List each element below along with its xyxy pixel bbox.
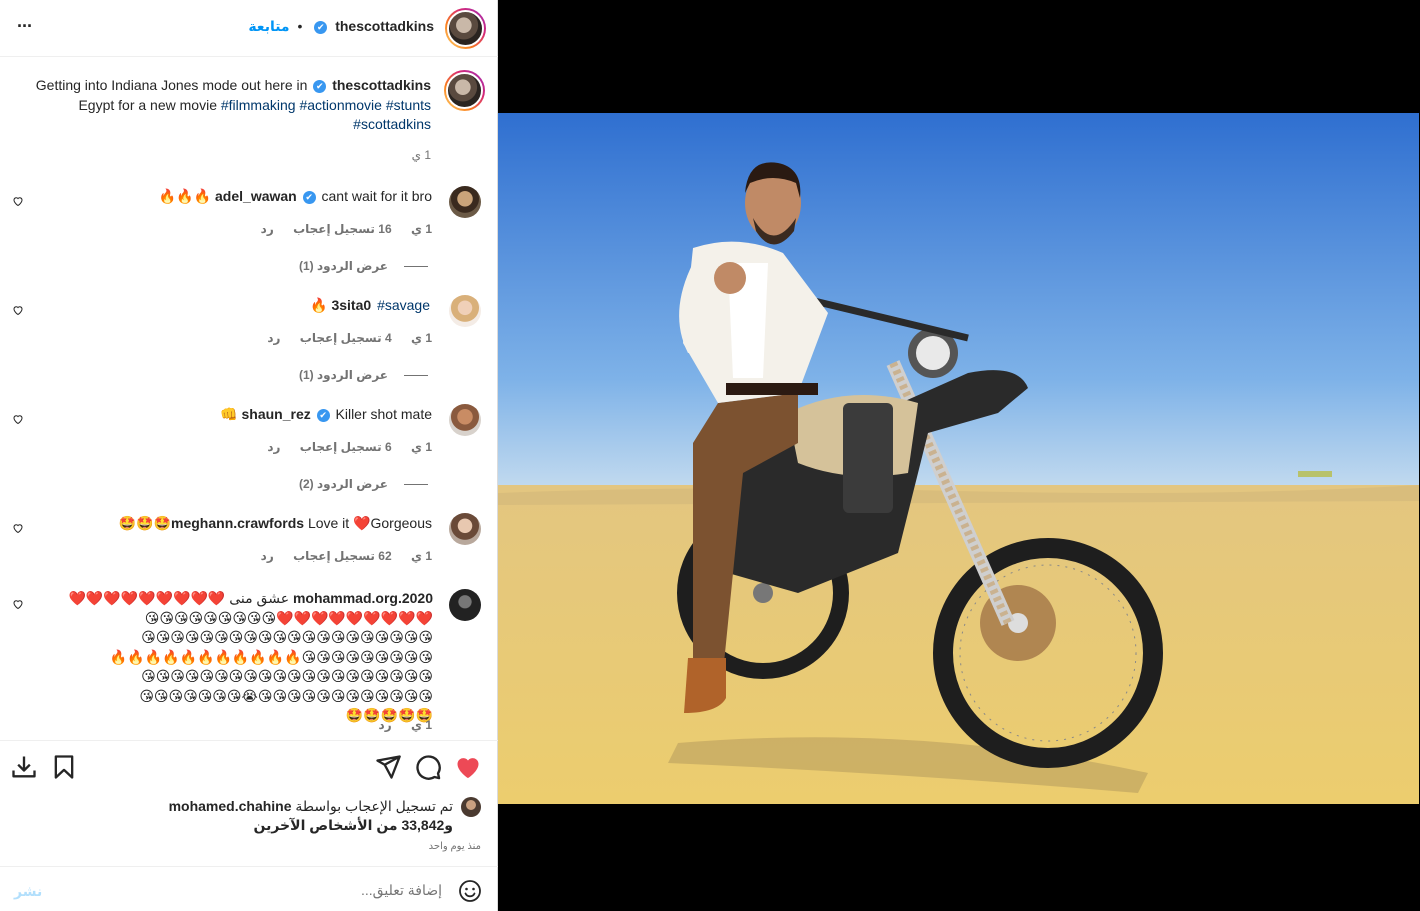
verified-badge-icon: ✔ — [302, 190, 316, 204]
post-header: ··· thescottadkins ✔ • متابعة — [0, 0, 498, 57]
comment-text-line: 😘😘😘😘😘😘😘😘😘😘😘😘😘😘😘😘😘😘😘😘 — [141, 629, 433, 645]
follow-button[interactable]: متابعة — [248, 18, 289, 34]
comment-reply-button[interactable]: رد — [261, 549, 274, 563]
comment-avatar[interactable] — [449, 513, 481, 545]
comment-time[interactable]: 1 ي — [411, 718, 432, 732]
post-comment-button[interactable]: نشر — [14, 883, 42, 900]
bookmark-icon[interactable] — [50, 753, 78, 781]
comment-likes[interactable]: 62 تسجيل إعجاب — [293, 549, 392, 563]
comment-like-heart-icon[interactable] — [12, 413, 24, 425]
hashtag-link[interactable]: #stunts — [386, 97, 431, 113]
comment-like-heart-icon[interactable] — [12, 522, 24, 534]
header-username[interactable]: thescottadkins — [335, 18, 434, 34]
comment-likes[interactable]: 16 تسجيل إعجاب — [293, 222, 392, 236]
comment-username[interactable]: meghann.crawfords — [171, 515, 304, 531]
verified-badge-icon: ✔ — [316, 408, 330, 422]
comment-like-heart-icon[interactable] — [12, 304, 24, 316]
share-paper-plane-icon[interactable] — [374, 753, 402, 781]
comment-reply-button[interactable]: رد — [379, 718, 392, 732]
comment-avatar[interactable] — [449, 404, 481, 436]
comment-avatar[interactable] — [449, 186, 481, 218]
comment-avatar[interactable] — [449, 295, 481, 327]
comment-like-heart-icon[interactable] — [12, 195, 24, 207]
comment-text-line: عشق منى ❤️❤️❤️❤️❤️❤️❤️❤️❤️ — [68, 590, 290, 606]
view-replies-button[interactable]: عرض الردود (1) — [299, 259, 428, 273]
comment-username[interactable]: 3sita0 — [331, 297, 371, 313]
comment-time[interactable]: 1 ي — [411, 440, 432, 454]
view-replies-button[interactable]: عرض الردود (2) — [299, 477, 428, 491]
hashtag-link[interactable]: #scottadkins — [353, 116, 431, 132]
liked-by-username[interactable]: mohamed.chahine — [169, 798, 292, 814]
comment-likes[interactable]: 6 تسجيل إعجاب — [300, 440, 392, 454]
header-avatar[interactable] — [445, 8, 486, 49]
view-replies-label: عرض الردود (2) — [298, 477, 388, 491]
download-icon[interactable] — [10, 753, 38, 781]
comment-input[interactable] — [102, 879, 442, 901]
add-comment-bar: نشر — [0, 866, 498, 911]
caption-line2: Egypt for a new movie — [78, 96, 217, 113]
liker-avatar[interactable] — [461, 797, 481, 817]
liked-by-others[interactable]: و33,842 من الأشخاص الآخرين — [169, 816, 453, 835]
post-side-panel: ··· thescottadkins ✔ • متابعة Getting in… — [0, 0, 498, 911]
verified-badge-icon: ✔ — [313, 79, 327, 93]
post-photo[interactable] — [498, 113, 1419, 804]
emoji-smiley-icon[interactable] — [458, 879, 482, 903]
caption-avatar[interactable] — [444, 70, 485, 111]
comment-bubble-icon[interactable] — [414, 753, 442, 781]
post-time[interactable]: منذ يوم واحد — [429, 841, 481, 852]
comment-reply-button[interactable]: رد — [261, 222, 274, 236]
heart-icon[interactable] — [454, 753, 482, 781]
comment-text-line: 😘😘😘😘😘😘😘😘😘🔥🔥🔥🔥🔥🔥🔥🔥🔥🔥🔥 — [109, 648, 433, 665]
view-replies-label: عرض الردود (1) — [298, 259, 388, 273]
header-separator: • — [297, 18, 303, 34]
caption-username[interactable]: thescottadkins — [332, 77, 431, 93]
comment-text: mohammad.org.2020 عشق منى ❤️❤️❤️❤️❤️❤️❤️… — [48, 589, 433, 726]
post-actions: تم تسجيل الإعجاب بواسطة mohamed.chahine … — [0, 740, 498, 866]
verified-badge-icon: ✔ — [314, 20, 328, 34]
comment-reply-button[interactable]: رد — [267, 331, 280, 345]
comment-username[interactable]: adel_wawan — [215, 188, 297, 204]
post-media-area — [498, 0, 1420, 911]
comment-text-line: ❤️❤️❤️❤️❤️❤️❤️❤️❤️😘😘😘😘😘😘😘😘😘 — [144, 609, 433, 626]
hashtag-link[interactable]: #filmmaking — [221, 97, 296, 113]
comment-text: 🔥 — [310, 297, 328, 313]
view-replies-button[interactable]: عرض الردود (1) — [299, 368, 428, 382]
comment-likes[interactable]: 4 تسجيل إعجاب — [300, 331, 392, 345]
comment-reply-button[interactable]: رد — [267, 440, 280, 454]
comment-like-heart-icon[interactable] — [12, 598, 24, 610]
comment-text-line: 😘😘😘😘😘😘😘😘😘😘😘😘😘😘😘😘😘😘😘😘 — [141, 668, 433, 684]
comment-time[interactable]: 1 ي — [411, 549, 432, 563]
photo-illustration — [498, 113, 1419, 804]
comment-username[interactable]: shaun_rez — [241, 406, 310, 422]
liked-by-prefix: تم تسجيل الإعجاب بواسطة — [295, 798, 453, 814]
hashtag-link[interactable]: #savage — [377, 297, 430, 313]
comment-username[interactable]: mohammad.org.2020 — [293, 590, 433, 606]
comment-avatar[interactable] — [449, 589, 481, 621]
caption-time[interactable]: 1 ي — [412, 148, 431, 162]
hashtag-link[interactable]: #actionmovie — [299, 97, 382, 113]
comment-time[interactable]: 1 ي — [411, 331, 432, 345]
comment-text-line: 😘😘😘😘😘😘😘😘😘😘😘😘😭😘😘😘😘😘😘😘 — [139, 687, 433, 704]
comment-time[interactable]: 1 ي — [411, 222, 432, 236]
more-options-button[interactable]: ··· — [17, 16, 33, 37]
view-replies-label: عرض الردود (1) — [298, 368, 388, 382]
caption-line1: Getting into Indiana Jones mode out here… — [35, 77, 308, 93]
